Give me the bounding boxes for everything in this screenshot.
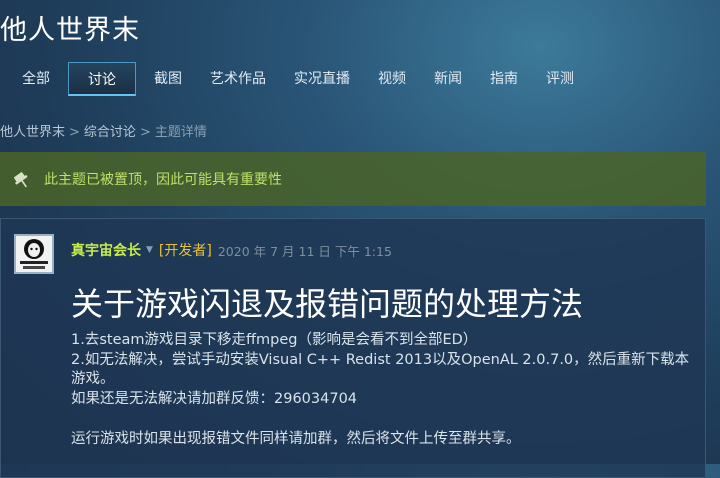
hub-tabs: 全部 讨论 截图 艺术作品 实况直播 视频 新闻 指南 评测 xyxy=(8,62,588,98)
developer-tag: [开发者] xyxy=(158,243,212,259)
topic-post: 真宇宙会长 ▼ [开发者] 2020 年 7 月 11 日 下午 1:15 关于… xyxy=(0,218,706,478)
post-date: 2020 年 7 月 11 日 下午 1:15 xyxy=(217,243,392,259)
post-line: 1.去steam游戏目录下移走ffmpeg（影响是会看不到全部ED） xyxy=(71,332,478,348)
post-line: 2.如无法解决，尝试手动安装Visual C++ Redist 2013以及Op… xyxy=(71,351,690,388)
tab-all[interactable]: 全部 xyxy=(8,62,64,96)
tab-guides[interactable]: 指南 xyxy=(476,62,532,96)
hub-title: 他人世界末 xyxy=(0,15,140,46)
breadcrumb-game-link[interactable]: 他人世界末 xyxy=(0,125,65,140)
tab-broadcasts[interactable]: 实况直播 xyxy=(280,62,364,96)
chevron-down-icon[interactable]: ▼ xyxy=(146,245,153,255)
post-line: 如果还是无法解决请加群反馈：296034704 xyxy=(71,390,358,407)
post-author-line: 真宇宙会长 ▼ [开发者] 2020 年 7 月 11 日 下午 1:15 xyxy=(71,240,392,260)
tab-reviews[interactable]: 评测 xyxy=(532,62,588,96)
sticky-notice: 此主题已被置顶，因此可能具有重要性 xyxy=(0,152,706,206)
post-author[interactable]: 真宇宙会长 xyxy=(71,240,141,260)
avatar[interactable] xyxy=(14,234,54,274)
tab-videos[interactable]: 视频 xyxy=(364,62,420,96)
post-body: 1.去steam游戏目录下移走ffmpeg（影响是会看不到全部ED） 2.如无法… xyxy=(71,331,701,450)
sticky-notice-text: 此主题已被置顶，因此可能具有重要性 xyxy=(44,172,282,188)
tab-news[interactable]: 新闻 xyxy=(420,62,476,96)
tab-artwork[interactable]: 艺术作品 xyxy=(196,62,280,96)
post-title: 关于游戏闪退及报错问题的处理方法 xyxy=(71,285,584,323)
breadcrumb-separator: > xyxy=(69,125,80,140)
pin-icon xyxy=(10,169,34,189)
post-line: 运行游戏时如果出现报错文件同样请加群，然后将文件上传至群共享。 xyxy=(71,431,521,447)
breadcrumb-separator: > xyxy=(139,125,151,140)
tab-screenshots[interactable]: 截图 xyxy=(140,62,196,96)
tab-discussions[interactable]: 讨论 xyxy=(68,62,136,96)
breadcrumb-current: 主题详情 xyxy=(154,125,207,140)
breadcrumb-forum-link[interactable]: 综合讨论 xyxy=(84,125,136,140)
breadcrumb: 他人世界末 > 综合讨论 > 主题详情 xyxy=(0,121,207,140)
